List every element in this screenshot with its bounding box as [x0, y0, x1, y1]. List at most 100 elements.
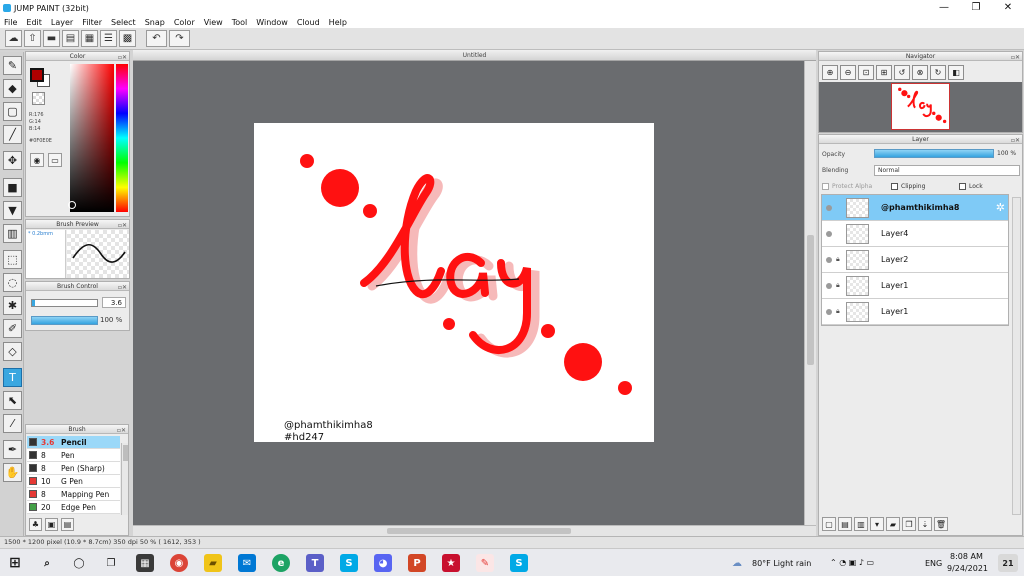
store-icon[interactable]: ▦ — [136, 554, 154, 572]
menu-filter[interactable]: Filter — [82, 18, 102, 27]
line-tool-icon[interactable]: ╱ — [3, 125, 22, 144]
language-indicator[interactable]: ENG — [925, 559, 942, 568]
notification-icon[interactable]: 21 — [998, 554, 1018, 572]
eyedropper-tool-icon[interactable]: ⁄ — [3, 414, 22, 433]
teams-icon[interactable]: T — [306, 554, 324, 572]
layer-options-icon[interactable]: ▾ — [870, 517, 884, 531]
bucket-tool-icon[interactable]: ▼ — [3, 201, 22, 220]
visibility-icon[interactable] — [826, 256, 832, 263]
delete-layer-icon[interactable]: 🗑︎ — [934, 517, 948, 531]
actual-size-icon[interactable]: ⊞ — [876, 65, 892, 80]
cortana-icon[interactable]: ◯ — [70, 554, 88, 572]
layer-row[interactable]: 🔒︎ Layer2 — [822, 247, 1008, 273]
search-icon[interactable]: ⌕ — [38, 554, 56, 572]
panel-window-icon[interactable]: ▫✕ — [1011, 53, 1020, 62]
brush-item[interactable]: 8 Pen — [27, 449, 120, 462]
merge-layer-icon[interactable]: ⇣ — [918, 517, 932, 531]
rotate-right-icon[interactable]: ↻ — [930, 65, 946, 80]
upload-icon[interactable]: ⇧ — [24, 30, 41, 47]
color-picker-cursor[interactable] — [68, 201, 76, 209]
text-tool-icon[interactable]: T — [3, 368, 22, 387]
powerpoint-icon[interactable]: P — [408, 554, 426, 572]
menu-view[interactable]: View — [204, 18, 223, 27]
brush-opacity-slider[interactable] — [31, 316, 98, 325]
tray-icons[interactable]: ⌃ ◔ ▣ ♪ ▭ — [830, 558, 874, 567]
color-slider-icon[interactable]: ▭ — [48, 153, 62, 167]
minimize-button[interactable]: — — [928, 0, 960, 16]
color-wheel-icon[interactable]: ◉ — [30, 153, 44, 167]
skype-alt-icon[interactable]: S — [510, 554, 528, 572]
weather-text[interactable]: 80°F Light rain — [752, 559, 811, 568]
zoom-out-icon[interactable]: ⊖ — [840, 65, 856, 80]
list-icon[interactable]: ☰ — [100, 30, 117, 47]
transparent-color-swatch[interactable] — [32, 92, 45, 105]
cloud-icon[interactable]: ☁ — [5, 30, 22, 47]
lasso-tool-icon[interactable]: ◌ — [3, 273, 22, 292]
menu-snap[interactable]: Snap — [145, 18, 165, 27]
operation-tool-icon[interactable]: ⬉ — [3, 391, 22, 410]
rectangle-tool-icon[interactable]: ▢ — [3, 102, 22, 121]
layer-row[interactable]: @phamthikimha8 ✲ — [822, 195, 1008, 221]
chrome-icon[interactable]: ◉ — [170, 554, 188, 572]
zoom-in-icon[interactable]: ⊕ — [822, 65, 838, 80]
canvas-horizontal-scrollbar[interactable] — [133, 525, 816, 536]
select-pen-tool-icon[interactable]: ✐ — [3, 319, 22, 338]
reset-icon[interactable]: ⊗ — [912, 65, 928, 80]
mail-icon[interactable]: ✉ — [238, 554, 256, 572]
blending-select[interactable]: Normal — [874, 165, 1020, 176]
gradient-tool-icon[interactable]: ▥ — [3, 224, 22, 243]
file-explorer-icon[interactable]: ▰ — [204, 554, 222, 572]
layer-row[interactable]: 🔒︎ Layer1 — [822, 299, 1008, 325]
visibility-icon[interactable] — [826, 308, 832, 315]
store-app-icon[interactable]: ★ — [442, 554, 460, 572]
navigator-preview[interactable] — [819, 82, 1022, 132]
gear-icon[interactable]: ✲ — [996, 201, 1005, 214]
brush-tool-icon[interactable]: ✎ — [3, 56, 22, 75]
add-brush-icon[interactable]: ♣ — [29, 518, 42, 531]
fill-rect-tool-icon[interactable]: ■ — [3, 178, 22, 197]
panel-window-icon[interactable]: ▫✕ — [1011, 136, 1020, 145]
eyedropper-alt-icon[interactable]: ✒ — [3, 440, 22, 459]
flip-icon[interactable]: ◧ — [948, 65, 964, 80]
brush-item[interactable]: 8 Mapping Pen — [27, 488, 120, 501]
brush-item[interactable]: 20 Edge Pen — [27, 501, 120, 514]
menu-help[interactable]: Help — [329, 18, 347, 27]
foreground-color-swatch[interactable] — [30, 68, 44, 82]
clipping-checkbox[interactable]: Clipping — [891, 183, 925, 190]
menu-tool[interactable]: Tool — [232, 18, 248, 27]
discord-icon[interactable]: ◕ — [374, 554, 392, 572]
menu-edit[interactable]: Edit — [26, 18, 42, 27]
lock-checkbox[interactable]: Lock — [959, 183, 983, 190]
rotate-left-icon[interactable]: ↺ — [894, 65, 910, 80]
document-tab[interactable]: Untitled — [133, 50, 816, 61]
jump-paint-icon[interactable]: ✎ — [476, 554, 494, 572]
hue-slider[interactable] — [116, 64, 128, 212]
gallery-icon[interactable]: ▤ — [62, 30, 79, 47]
document-icon[interactable]: ▦ — [81, 30, 98, 47]
new-layer-icon[interactable]: ▢ — [822, 517, 836, 531]
edge-icon[interactable]: e — [272, 554, 290, 572]
menu-file[interactable]: File — [4, 18, 17, 27]
copy-layer-icon[interactable]: ❐ — [902, 517, 916, 531]
hand-tool-icon[interactable]: ✋ — [3, 463, 22, 482]
panel-window-icon[interactable]: ▫✕ — [118, 221, 127, 230]
saturation-value-picker[interactable] — [70, 64, 114, 212]
close-button[interactable]: ✕ — [992, 0, 1024, 16]
fit-icon[interactable]: ⊡ — [858, 65, 874, 80]
redo-icon[interactable]: ↷ — [169, 30, 190, 47]
select-eraser-tool-icon[interactable]: ◇ — [3, 342, 22, 361]
visibility-icon[interactable] — [826, 230, 832, 237]
visibility-icon[interactable] — [826, 204, 832, 211]
copy-brush-icon[interactable]: ▤ — [61, 518, 74, 531]
select-rect-tool-icon[interactable]: ⬚ — [3, 250, 22, 269]
clock-time[interactable]: 8:08 AM — [950, 552, 983, 561]
clock-date[interactable]: 9/24/2021 — [947, 564, 988, 573]
layer-row[interactable]: 🔒︎ Layer1 — [822, 273, 1008, 299]
layer-row[interactable]: Layer4 — [822, 221, 1008, 247]
comment-icon[interactable]: ▬ — [43, 30, 60, 47]
layer-list-scrollbar[interactable] — [1012, 197, 1021, 515]
brush-item[interactable]: 10 G Pen — [27, 475, 120, 488]
magic-wand-tool-icon[interactable]: ✱ — [3, 296, 22, 315]
visibility-icon[interactable] — [826, 282, 832, 289]
menu-cloud[interactable]: Cloud — [297, 18, 320, 27]
